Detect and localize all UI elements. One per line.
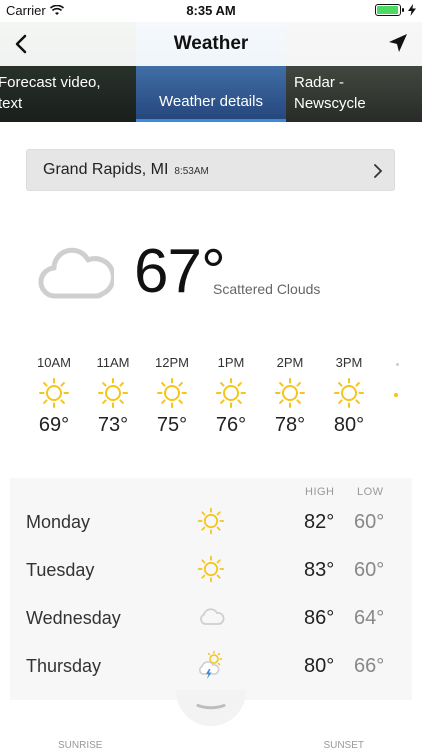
- hour-temp: 75°: [156, 414, 188, 436]
- status-right: [375, 4, 416, 16]
- cloud-icon: [200, 608, 225, 625]
- expand-handle[interactable]: [176, 690, 246, 726]
- chevron-right-icon: [374, 164, 383, 178]
- hour-temp: 76°: [215, 414, 247, 436]
- day-name: Monday: [26, 512, 91, 532]
- hour-time: 3PM: [335, 355, 363, 370]
- selected-indicator: [136, 119, 286, 122]
- current-conditions: 67° Scattered Clouds: [0, 236, 422, 316]
- sun-icon: [197, 507, 225, 535]
- day-low: 60°: [354, 511, 385, 533]
- tile-label: Radar - Newscycle: [294, 74, 366, 112]
- hourly-item: 2PM 78°: [260, 355, 320, 437]
- hourly-item: 1PM 76°: [201, 355, 261, 437]
- hour-time: 10AM: [37, 355, 71, 370]
- day-row[interactable]: Monday 82° 60°: [10, 500, 412, 548]
- hourly-item: 3PM 80°: [319, 355, 379, 437]
- sun-icon: [39, 378, 69, 408]
- hourly-item: 11AM 73°: [83, 355, 143, 437]
- hour-time: 1PM: [217, 355, 245, 370]
- day-name: Tuesday: [26, 560, 95, 580]
- daily-forecast: HIGH LOW Monday 82° 60° Tuesday 83° 60° …: [10, 478, 412, 700]
- day-high: 83°: [304, 559, 335, 581]
- hour-temp: 73°: [97, 414, 129, 436]
- scroll-hint: [394, 393, 398, 397]
- sun-icon: [197, 555, 225, 583]
- thunderstorm-sun-icon: [199, 650, 223, 679]
- low-header: LOW: [357, 486, 384, 498]
- sun-icon: [98, 378, 128, 408]
- hour-temp: 69°: [38, 414, 70, 436]
- day-low: 66°: [354, 655, 385, 677]
- page-title: Weather: [173, 33, 249, 54]
- location-time: 8:53AM: [174, 166, 209, 177]
- scroll-hint: [396, 363, 399, 366]
- day-row[interactable]: Thursday 80° 66°: [10, 644, 412, 692]
- hour-time: 2PM: [276, 355, 304, 370]
- high-header: HIGH: [305, 486, 335, 498]
- hour-temp: 78°: [274, 414, 306, 436]
- day-high: 86°: [304, 607, 335, 629]
- status-time: 8:35 AM: [186, 3, 236, 18]
- sunset-label: SUNSET: [323, 740, 364, 751]
- tile-label: Forecast video, text: [0, 74, 101, 112]
- day-low: 64°: [354, 607, 385, 629]
- hour-time: 12PM: [155, 355, 189, 370]
- hourly-forecast[interactable]: 10AM 69° 11AM 73° 12PM 75° 1PM 76° 2PM 7…: [0, 355, 422, 455]
- day-low: 60°: [354, 559, 385, 581]
- location-arrow-icon[interactable]: [386, 31, 410, 55]
- hour-time: 11AM: [96, 355, 130, 370]
- hour-temp: 80°: [333, 414, 365, 436]
- current-condition: Scattered Clouds: [213, 281, 321, 297]
- location-selector[interactable]: Grand Rapids, MI 8:53AM: [26, 149, 395, 191]
- day-name: Wednesday: [26, 608, 121, 628]
- sun-icon: [334, 378, 364, 408]
- hourly-item: 12PM 75°: [142, 355, 202, 437]
- current-temperature: 67°: [134, 237, 226, 306]
- tile-label: Weather details: [159, 93, 263, 110]
- day-row[interactable]: Wednesday 86° 64°: [10, 596, 412, 644]
- navbar: Weather: [0, 22, 422, 66]
- sun-icon: [157, 378, 187, 408]
- charging-bolt-icon: [408, 4, 416, 16]
- battery-icon: [375, 4, 404, 16]
- cloud-icon: [38, 247, 114, 299]
- status-bar: Carrier 8:35 AM: [0, 0, 422, 22]
- location-name: Grand Rapids, MI: [43, 161, 169, 178]
- day-name: Thursday: [26, 656, 102, 676]
- sun-icon: [216, 378, 246, 408]
- chevron-down-icon: [196, 704, 226, 710]
- day-high: 82°: [304, 511, 335, 533]
- sun-icon: [275, 378, 305, 408]
- day-high: 80°: [304, 655, 335, 677]
- battery-fill: [377, 6, 398, 14]
- day-row[interactable]: Tuesday 83° 60°: [10, 548, 412, 596]
- sunrise-label: SUNRISE: [58, 740, 103, 751]
- hourly-item: 10AM 69°: [24, 355, 84, 437]
